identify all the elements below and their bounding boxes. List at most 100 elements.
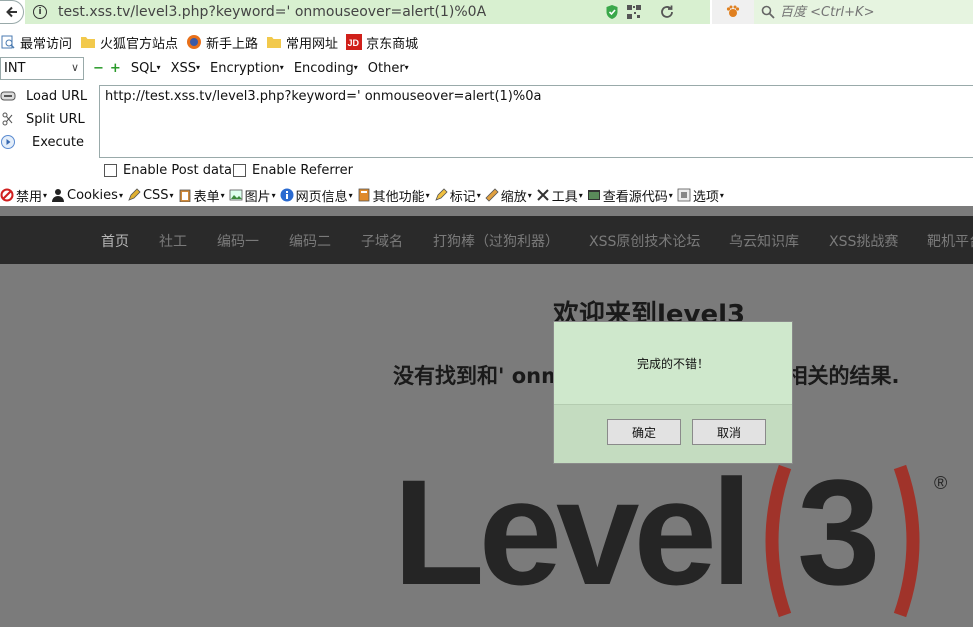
css-menu[interactable]: CSS ▾	[127, 188, 174, 203]
back-button[interactable]	[0, 0, 24, 24]
checkbox-box[interactable]	[104, 164, 117, 177]
forms-label: 表单	[193, 189, 220, 205]
increase-icon[interactable]: +	[110, 61, 121, 76]
nav-item-social[interactable]: 社工	[159, 231, 187, 251]
caret-icon: ▾	[156, 63, 161, 72]
nav-item-subdomain[interactable]: 子域名	[361, 231, 403, 251]
checkbox-box[interactable]	[233, 164, 246, 177]
paw-icon	[726, 5, 740, 17]
load-url-label: Load URL	[26, 88, 88, 104]
sql-menu-label: SQL	[130, 61, 157, 76]
images-label: 图片	[244, 189, 271, 205]
enable-post-data-label: Enable Post data	[123, 163, 233, 178]
misc-menu[interactable]: 其他功能 ▾	[357, 186, 430, 205]
outline-label: 标记	[449, 189, 476, 205]
nav-item-xss-challenge[interactable]: XSS挑战赛	[829, 231, 898, 251]
reload-icon[interactable]	[659, 4, 675, 20]
other-menu-label: Other	[367, 61, 405, 76]
load-url-icon	[0, 91, 16, 101]
decrease-icon[interactable]: −	[93, 61, 104, 76]
nav-item-wooyun[interactable]: 乌云知识库	[729, 231, 799, 251]
tools-icon	[537, 189, 549, 201]
caret-icon: ▾	[43, 190, 48, 200]
execute-button[interactable]: Execute	[0, 131, 95, 153]
bookmark-label: 火狐官方站点	[100, 36, 179, 52]
jd-icon: JD	[346, 34, 363, 50]
logo-text: Level	[393, 461, 747, 616]
cancel-button[interactable]: 取消	[692, 419, 766, 445]
misc-label: 其他功能	[372, 189, 425, 205]
folder-icon	[81, 37, 96, 48]
extension-button[interactable]	[712, 0, 754, 24]
other-menu[interactable]: Other▾	[368, 61, 409, 76]
page-info-menu[interactable]: 网页信息 ▾	[280, 186, 353, 205]
nav-item-xss-forum[interactable]: XSS原创技术论坛	[589, 231, 700, 251]
nav-item-target-platform[interactable]: 靶机平台	[927, 231, 973, 251]
caret-icon: ▾	[527, 190, 532, 200]
forms-menu[interactable]: 表单 ▾	[178, 186, 225, 205]
split-url-icon	[2, 112, 13, 126]
xss-menu-label: XSS	[170, 61, 196, 76]
bookmark-firefox-site[interactable]: 火狐官方站点	[80, 33, 178, 52]
bookmark-jd[interactable]: JD 京东商城	[346, 33, 418, 52]
ok-button[interactable]: 确定	[607, 419, 681, 445]
outline-menu[interactable]: 标记 ▾	[434, 186, 481, 205]
url-text[interactable]: test.xss.tv/level3.php?keyword=' onmouse…	[58, 4, 486, 20]
load-url-button[interactable]: Load URL	[0, 85, 95, 107]
bookmark-getting-started[interactable]: 新手上路	[186, 33, 258, 52]
caret-icon: ▾	[271, 190, 276, 200]
search-bar[interactable]	[754, 0, 973, 24]
firefox-icon	[187, 35, 202, 49]
int-select[interactable]: INT ∨	[0, 57, 84, 80]
bookmark-most-visited[interactable]: 最常访问	[0, 33, 72, 52]
options-menu[interactable]: 选项 ▾	[677, 186, 724, 205]
caret-icon: ▾	[719, 190, 724, 200]
images-menu[interactable]: 图片 ▾	[229, 186, 276, 205]
split-url-button[interactable]: Split URL	[0, 108, 95, 130]
enable-post-data-checkbox[interactable]: Enable Post data	[104, 163, 232, 178]
user-icon	[52, 189, 65, 202]
caret-icon: ▾	[353, 63, 358, 72]
bookmark-label: 常用网址	[286, 36, 339, 52]
back-arrow-icon	[5, 6, 17, 18]
disable-label: 禁用	[16, 189, 43, 205]
logo-number: 3	[797, 461, 880, 616]
int-select-value: INT	[4, 61, 26, 76]
nav-item-encode-1[interactable]: 编码一	[217, 231, 259, 251]
bookmark-label: 京东商城	[366, 36, 419, 52]
caret-icon: ▾	[195, 63, 200, 72]
site-navigation: 首页 社工 编码一 编码二 子域名 打狗棒（过狗利器） XSS原创技术论坛 乌云…	[0, 216, 973, 264]
caret-icon: ▾	[404, 63, 409, 72]
cookies-menu[interactable]: Cookies ▾	[51, 188, 123, 203]
nav-item-dog-stick[interactable]: 打狗棒（过狗利器）	[433, 231, 559, 251]
encryption-menu[interactable]: Encryption▾	[210, 61, 284, 76]
shield-icon[interactable]	[605, 4, 619, 20]
ruler-icon	[485, 188, 499, 202]
image-icon	[229, 189, 242, 201]
nav-item-encode-2[interactable]: 编码二	[289, 231, 331, 251]
tools-menu[interactable]: 工具 ▾	[536, 186, 583, 205]
caret-icon: ▾	[425, 190, 430, 200]
search-input[interactable]	[780, 4, 960, 20]
enable-referrer-checkbox[interactable]: Enable Referrer	[233, 163, 353, 178]
disable-menu[interactable]: 禁用 ▾	[0, 186, 47, 205]
execute-icon	[1, 135, 15, 149]
caret-icon: ▾	[279, 63, 284, 72]
hackbar-url-textarea[interactable]: http://test.xss.tv/level3.php?keyword=' …	[99, 85, 973, 158]
resize-label: 缩放	[500, 189, 527, 205]
bookmark-common-sites[interactable]: 常用网址	[266, 33, 338, 52]
marker-icon	[434, 188, 448, 201]
caret-icon: ▾	[348, 190, 353, 200]
sql-menu[interactable]: SQL▾	[131, 61, 161, 76]
nav-item-home[interactable]: 首页	[101, 231, 129, 251]
xss-menu[interactable]: XSS▾	[171, 61, 200, 76]
pencil-icon	[128, 188, 141, 201]
enable-referrer-label: Enable Referrer	[252, 163, 353, 178]
qr-code-icon[interactable]	[627, 5, 641, 19]
tools-label: 工具	[551, 189, 578, 205]
encoding-menu[interactable]: Encoding▾	[294, 61, 358, 76]
view-source-menu[interactable]: 查看源代码 ▾	[587, 186, 673, 205]
info-icon[interactable]: i	[33, 5, 47, 19]
level3-logo: Level 3 ®	[393, 461, 947, 618]
resize-menu[interactable]: 缩放 ▾	[485, 186, 532, 205]
